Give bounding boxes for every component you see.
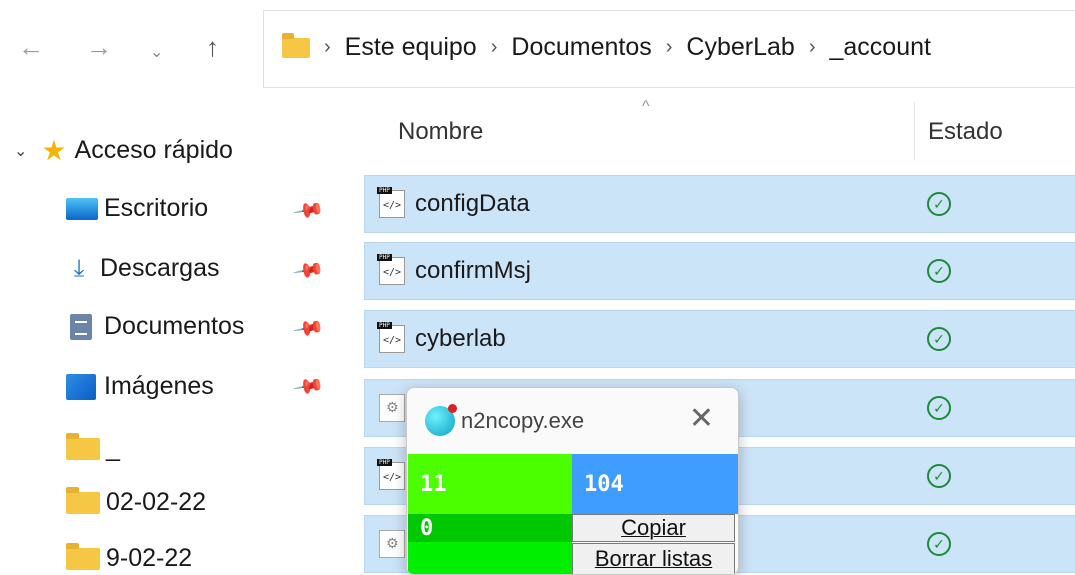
- pin-icon[interactable]: 📌: [291, 253, 326, 288]
- sidebar-item-label: Documentos: [104, 312, 245, 340]
- sidebar-item-underscore-folder[interactable]: _: [66, 432, 120, 463]
- synced-status-icon: ✓: [927, 532, 951, 556]
- counter-left: 11: [408, 454, 572, 514]
- breadcrumb-separator: ›: [665, 36, 673, 58]
- sidebar-item-label: Imágenes: [104, 372, 214, 400]
- folder-icon: [66, 542, 100, 570]
- file-name: confirmMsj: [415, 257, 532, 284]
- synced-status-icon: ✓: [927, 396, 951, 420]
- column-header-name[interactable]: Nombre: [398, 118, 483, 146]
- up-arrow-icon[interactable]: ↑: [206, 32, 219, 62]
- column-divider[interactable]: [914, 102, 915, 160]
- pictures-icon: [66, 373, 96, 400]
- php-file-icon: [377, 322, 405, 353]
- sidebar-item-descargas[interactable]: ⤓ Descargas: [62, 254, 220, 283]
- navigation-bar: ← → ⌄ ↑ › Este equipo › Documentos › Cyb…: [0, 0, 1075, 98]
- sidebar-item-label: Escritorio: [104, 194, 209, 222]
- download-icon: ⤓: [73, 254, 85, 282]
- file-row-confirmmsj[interactable]: confirmMsj ✓: [364, 242, 1075, 300]
- forward-arrow-icon[interactable]: →: [86, 32, 112, 62]
- synced-status-icon: ✓: [927, 464, 951, 488]
- sidebar-item-folder-9-02-22[interactable]: 9-02-22: [66, 542, 193, 573]
- config-file-icon: [379, 530, 405, 558]
- clear-lists-button[interactable]: Borrar listas: [572, 543, 735, 574]
- app-icon: [425, 404, 457, 436]
- sidebar-item-quick-access[interactable]: ⌄ ★ Acceso rápido: [14, 134, 233, 167]
- sidebar-item-label: 9-02-22: [106, 544, 193, 572]
- config-file-icon: [379, 394, 405, 422]
- copy-button[interactable]: Copiar: [572, 514, 735, 542]
- back-arrow-icon[interactable]: ←: [18, 32, 44, 62]
- breadcrumb-item-documentos[interactable]: Documentos: [511, 33, 651, 62]
- file-row-configdata[interactable]: configData ✓: [364, 175, 1075, 233]
- pin-icon[interactable]: 📌: [291, 193, 326, 228]
- counter-bottom-left: 0: [408, 514, 572, 542]
- sidebar-item-label: Acceso rápido: [74, 136, 233, 164]
- breadcrumb-item-cyberlab[interactable]: CyberLab: [686, 33, 794, 62]
- sidebar-item-folder-02-02-22[interactable]: 02-02-22: [66, 486, 207, 517]
- breadcrumb-separator: ›: [808, 36, 816, 58]
- address-bar[interactable]: › Este equipo › Documentos › CyberLab › …: [263, 10, 1075, 88]
- status-panel: [408, 542, 572, 574]
- folder-icon: [66, 432, 100, 460]
- file-name: configData: [415, 190, 530, 217]
- breadcrumb-item-account[interactable]: _account: [830, 33, 931, 62]
- breadcrumb-item-este-equipo[interactable]: Este equipo: [345, 33, 477, 62]
- breadcrumb-separator: ›: [490, 36, 498, 58]
- file-row-cyberlab[interactable]: cyberlab ✓: [364, 310, 1075, 368]
- document-icon: [70, 313, 92, 340]
- copy-button-label: Copiar: [621, 515, 686, 540]
- breadcrumb: › Este equipo › Documentos › CyberLab › …: [282, 32, 931, 62]
- sidebar-item-imagenes[interactable]: Imágenes: [66, 372, 214, 401]
- synced-status-icon: ✓: [927, 192, 951, 216]
- sidebar-item-documentos[interactable]: Documentos: [70, 312, 244, 341]
- folder-icon: [282, 32, 310, 58]
- n2ncopy-window[interactable]: n2ncopy.exe ✕ 11 104 0 Copiar Borrar lis…: [406, 387, 739, 575]
- star-icon: ★: [41, 135, 67, 166]
- pin-icon[interactable]: 📌: [291, 311, 326, 346]
- sidebar-item-label: 02-02-22: [106, 488, 207, 516]
- close-icon[interactable]: ✕: [689, 404, 714, 434]
- synced-status-icon: ✓: [927, 327, 951, 351]
- navigation-pane: ⌄ ★ Acceso rápido Escritorio 📌 ⤓ Descarg…: [0, 100, 330, 575]
- expand-chevron-icon[interactable]: ⌄: [14, 141, 27, 161]
- clear-lists-button-label: Borrar listas: [594, 546, 713, 571]
- sort-ascending-icon: ^: [642, 98, 650, 115]
- pin-icon[interactable]: 📌: [291, 369, 326, 404]
- sidebar-item-escritorio[interactable]: Escritorio: [66, 194, 208, 223]
- counter-right: 104: [572, 454, 738, 514]
- breadcrumb-separator: ›: [324, 36, 331, 58]
- window-title: n2ncopy.exe: [461, 408, 585, 433]
- column-header-status[interactable]: Estado: [928, 118, 1003, 146]
- file-name: cyberlab: [415, 325, 506, 352]
- sidebar-item-label: Descargas: [100, 254, 220, 282]
- php-file-icon: [377, 254, 405, 285]
- sidebar-item-label: _: [106, 434, 120, 462]
- php-file-icon: [377, 459, 405, 490]
- php-file-icon: [377, 187, 405, 218]
- desktop-icon: [66, 197, 98, 220]
- synced-status-icon: ✓: [927, 259, 951, 283]
- folder-icon: [66, 486, 100, 514]
- recent-locations-chevron-icon[interactable]: ⌄: [150, 38, 163, 68]
